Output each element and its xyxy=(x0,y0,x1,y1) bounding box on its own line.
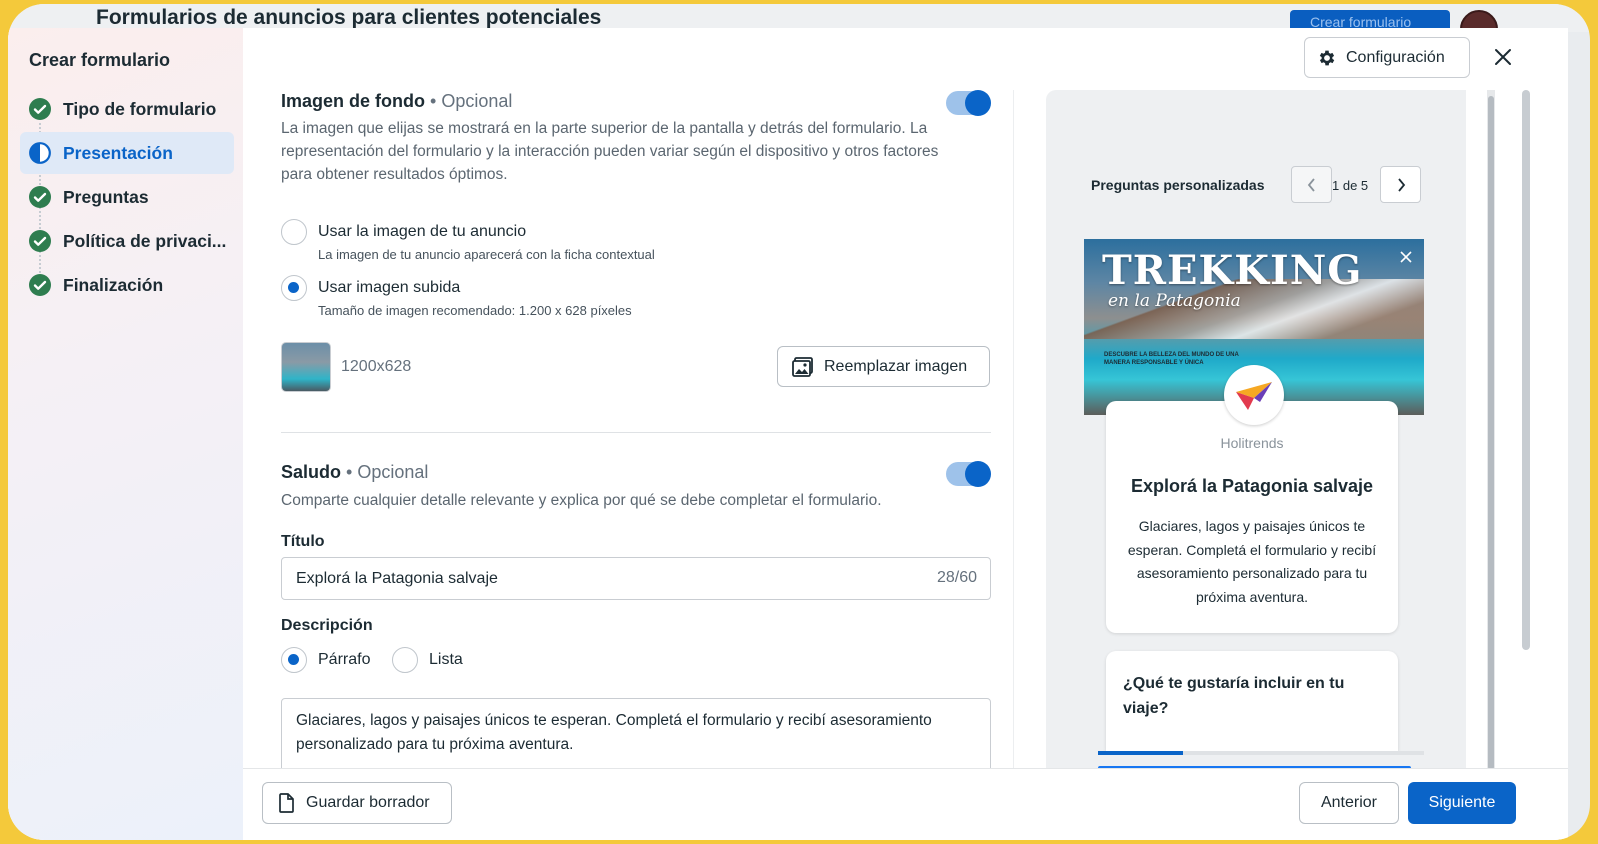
form-editor: Imagen de fondo • Opcional La imagen que… xyxy=(281,28,991,778)
greeting-toggle[interactable] xyxy=(946,461,991,487)
background-image-heading: Imagen de fondo • Opcional xyxy=(281,91,512,112)
description-textarea-value: Glaciares, lagos y paisajes únicos te es… xyxy=(296,712,932,753)
optional-tag: • Opcional xyxy=(346,462,429,482)
preview-page-indicator: 1 de 5 xyxy=(1332,178,1369,193)
uploaded-image-thumbnail xyxy=(281,342,331,392)
sidebar-title: Crear formulario xyxy=(29,50,171,70)
radio-use-uploaded-image[interactable] xyxy=(281,275,307,301)
create-form-modal: Crear formulario Tipo de formulario Pres… xyxy=(8,28,1568,840)
save-draft-button[interactable]: Guardar borrador xyxy=(262,782,452,824)
preview-card-title: Explorá la Patagonia salvaje xyxy=(1130,476,1374,496)
greeting-heading: Saludo • Opcional xyxy=(281,462,428,483)
preview-scroll-track xyxy=(1466,90,1486,770)
format-option-label: Párrafo xyxy=(318,651,371,668)
preview-prev-button[interactable] xyxy=(1291,166,1332,203)
replace-image-label: Reemplazar imagen xyxy=(824,357,968,375)
background-image-toggle[interactable] xyxy=(946,90,991,116)
check-circle-icon xyxy=(29,98,51,120)
gear-icon xyxy=(1319,50,1335,65)
settings-label: Configuración xyxy=(1346,48,1445,66)
preview-next-button[interactable] xyxy=(1380,166,1421,203)
character-counter: 28/60 xyxy=(936,569,977,586)
check-circle-icon xyxy=(29,230,51,252)
plane-logo-icon xyxy=(1236,382,1272,410)
description-field-label: Descripción xyxy=(281,617,373,634)
footer: Guardar borrador Anterior Siguiente xyxy=(243,768,1568,840)
previous-button[interactable]: Anterior xyxy=(1299,782,1399,824)
step-label: Finalización xyxy=(63,274,164,295)
step-privacy-policy[interactable]: Política de privaci... xyxy=(20,220,234,262)
radio-list[interactable] xyxy=(392,647,418,673)
settings-button[interactable]: Configuración xyxy=(1304,37,1470,78)
app-frame: Formularios de anuncios para clientes po… xyxy=(8,4,1590,840)
option-sublabel: La imagen de tu anuncio aparecerá con la… xyxy=(318,247,655,262)
optional-tag: • Opcional xyxy=(430,91,513,111)
form-preview: Preguntas personalizadas 1 de 5 TREKKING… xyxy=(1046,90,1466,770)
preview-card-description: Glaciares, lagos y paisajes únicos te es… xyxy=(1127,518,1377,605)
preview-brand: Holitrends xyxy=(1220,435,1284,451)
preview-intro-card: Holitrends Explorá la Patagonia salvaje … xyxy=(1106,401,1398,633)
hero-title: TREKKING xyxy=(1102,247,1363,294)
close-icon[interactable] xyxy=(1492,46,1514,68)
replace-image-button[interactable]: Reemplazar imagen xyxy=(777,346,990,387)
option-label: Usar la imagen de tu anuncio xyxy=(318,223,527,240)
image-icon xyxy=(792,356,813,377)
preview-scrollbar[interactable] xyxy=(1487,90,1495,770)
radio-paragraph[interactable] xyxy=(281,647,307,673)
check-circle-icon xyxy=(29,186,51,208)
hero-subtitle: en la Patagonia xyxy=(1108,291,1241,311)
form-scrollbar[interactable] xyxy=(1013,90,1014,770)
preview-progress-bar xyxy=(1098,751,1424,755)
step-presentation[interactable]: Presentación xyxy=(20,132,234,174)
greeting-description: Comparte cualquier detalle relevante y e… xyxy=(281,492,882,509)
brand-logo xyxy=(1224,365,1284,425)
main-scrollbar[interactable] xyxy=(1522,90,1530,650)
description-textarea[interactable]: Glaciares, lagos y paisajes únicos te es… xyxy=(281,698,991,778)
title-input-value: Explorá la Patagonia salvaje xyxy=(296,570,498,587)
greeting-title: Saludo xyxy=(281,462,342,482)
title-input[interactable]: Explorá la Patagonia salvaje 28/60 xyxy=(281,557,991,600)
step-label: Preguntas xyxy=(63,186,149,207)
step-label: Tipo de formulario xyxy=(63,98,217,119)
step-questions[interactable]: Preguntas xyxy=(20,176,234,218)
background-image-description: La imagen que elijas se mostrará en la p… xyxy=(281,120,939,183)
image-dimensions: 1200x628 xyxy=(341,358,412,375)
next-button[interactable]: Siguiente xyxy=(1408,782,1516,824)
save-draft-label: Guardar borrador xyxy=(306,794,430,811)
next-label: Siguiente xyxy=(1428,794,1496,811)
previous-label: Anterior xyxy=(1320,794,1378,811)
document-icon xyxy=(279,793,294,813)
background-page-title: Formularios de anuncios para clientes po… xyxy=(96,6,602,29)
close-icon xyxy=(1400,251,1412,263)
option-sublabel: Tamaño de imagen recomendado: 1.200 x 62… xyxy=(318,303,632,318)
hero-small-text: DESCUBRE LA BELLEZA DEL MUNDO DE UNA MAN… xyxy=(1104,352,1239,366)
step-completion[interactable]: Finalización xyxy=(20,264,234,306)
sidebar: Crear formulario Tipo de formulario Pres… xyxy=(8,28,243,840)
preview-section-label: Preguntas personalizadas xyxy=(1091,177,1265,193)
section-divider xyxy=(281,432,991,433)
progress-fill xyxy=(1098,751,1183,755)
step-form-type[interactable]: Tipo de formulario xyxy=(20,88,234,130)
step-label: Presentación xyxy=(63,142,173,163)
chevron-right-icon xyxy=(1397,177,1405,192)
option-label: Usar imagen subida xyxy=(318,279,461,296)
format-option-label: Lista xyxy=(429,651,463,668)
background-image-title: Imagen de fondo xyxy=(281,91,425,111)
step-label: Política de privaci... xyxy=(63,230,227,251)
preview-question-card: ¿Qué te gustaría incluir en tu viaje? xyxy=(1106,651,1398,751)
half-circle-icon xyxy=(29,142,51,164)
radio-use-ad-image[interactable] xyxy=(281,219,307,245)
check-circle-icon xyxy=(29,274,51,296)
preview-question: ¿Qué te gustaría incluir en tu viaje? xyxy=(1123,675,1345,717)
main-content: Configuración Imagen de fondo • Opcional… xyxy=(243,28,1568,840)
chevron-left-icon xyxy=(1307,177,1315,192)
title-field-label: Título xyxy=(281,533,325,550)
